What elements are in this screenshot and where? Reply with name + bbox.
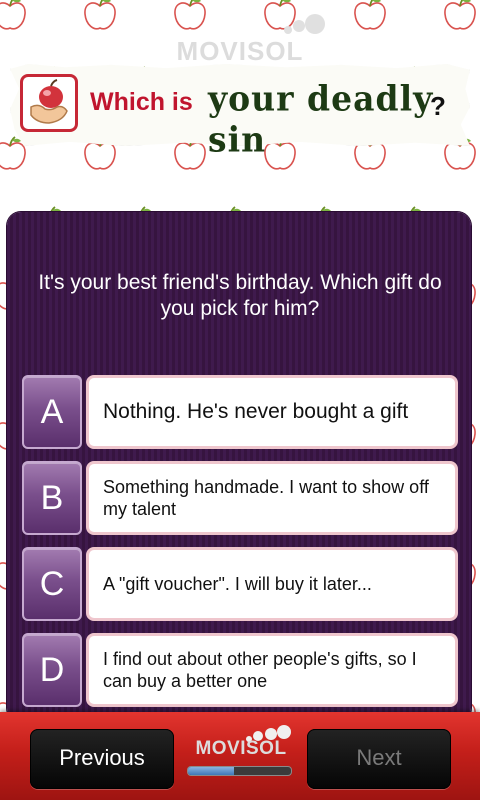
option-letter: D [22, 633, 82, 707]
movisol-watermark: MOVISOL [0, 14, 480, 66]
apple-pattern-icon [350, 0, 390, 34]
watermark-text: MOVISOL [176, 36, 304, 66]
option-letter: B [22, 461, 82, 535]
apple-pattern-icon [170, 0, 210, 34]
option-letter: C [22, 547, 82, 621]
option-text: Something handmade. I want to show off m… [103, 477, 429, 519]
option-b[interactable]: B Something handmade. I want to show off… [22, 461, 458, 535]
apple-pattern-icon [80, 0, 120, 34]
option-letter: A [22, 375, 82, 449]
progress-bar [187, 766, 292, 776]
title-question-mark: ? [430, 91, 446, 121]
option-text: I find out about other people's gifts, s… [103, 649, 417, 691]
apple-pattern-icon [440, 0, 480, 34]
question-text: It's your best friend's birthday. Which … [38, 271, 442, 320]
option-a[interactable]: A Nothing. He's never bought a gift [22, 375, 458, 449]
option-answer-box[interactable]: Nothing. He's never bought a gift [86, 375, 458, 449]
option-text: A "gift voucher". I will buy it later... [103, 574, 372, 594]
option-d[interactable]: D I find out about other people's gifts,… [22, 633, 458, 707]
title-which-is: Which is [90, 88, 193, 116]
logo-dots-icon [284, 14, 325, 34]
option-answer-box[interactable]: Something handmade. I want to show off m… [86, 461, 458, 535]
option-text: Nothing. He's never bought a gift [103, 400, 409, 423]
previous-button[interactable]: Previous [30, 729, 174, 789]
next-button[interactable]: Next [307, 729, 451, 789]
option-answer-box[interactable]: A "gift voucher". I will buy it later... [86, 547, 458, 621]
apple-in-hand-icon [20, 74, 78, 132]
progress-fill [188, 767, 235, 775]
option-answer-box[interactable]: I find out about other people's gifts, s… [86, 633, 458, 707]
apple-pattern-icon [0, 0, 30, 34]
brand-logo: MOVISOL [195, 738, 287, 759]
option-c[interactable]: C A "gift voucher". I will buy it later.… [22, 547, 458, 621]
